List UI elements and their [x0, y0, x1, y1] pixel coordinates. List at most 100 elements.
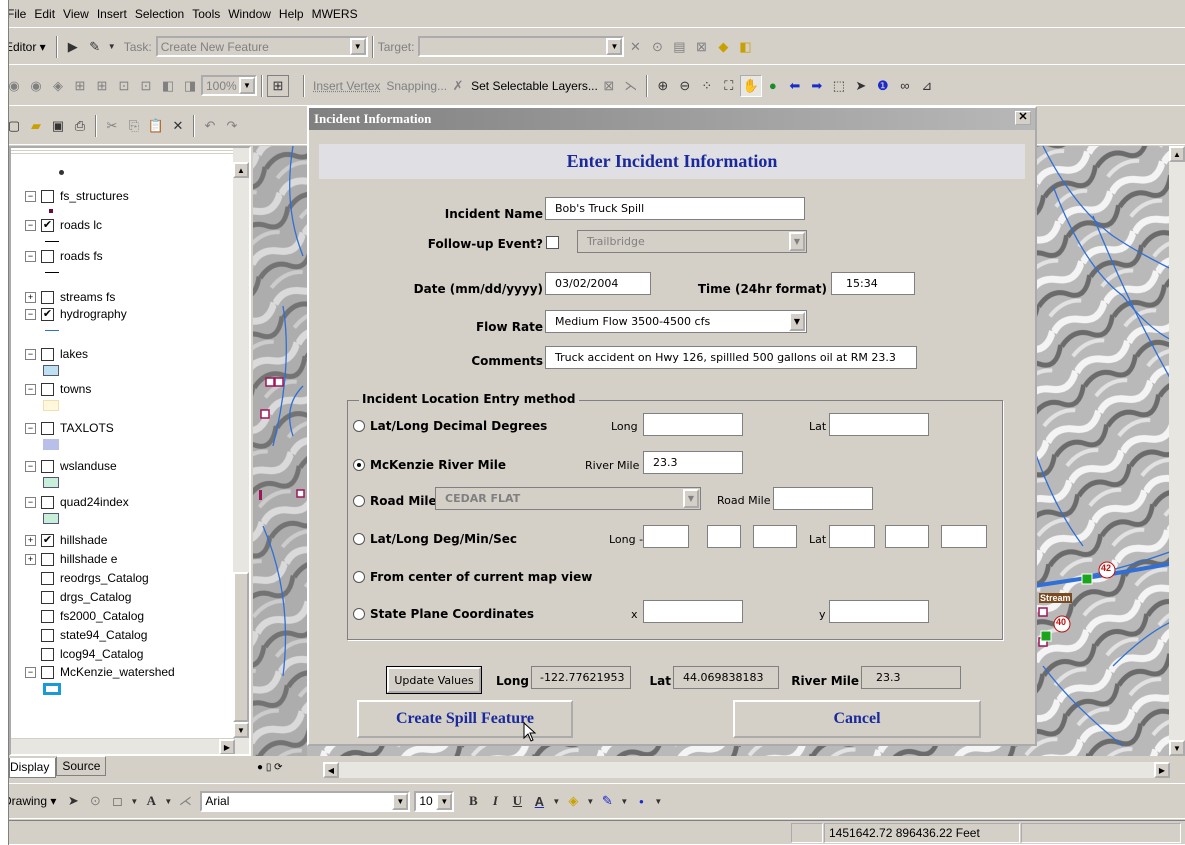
chevron-down-icon[interactable]: ▼: [349, 38, 366, 55]
dms-long-sec[interactable]: [753, 525, 797, 548]
create-feature-icon[interactable]: ◆: [712, 36, 734, 58]
edit-notes-icon[interactable]: ◧: [734, 36, 756, 58]
menu-selection[interactable]: Selection: [131, 7, 188, 21]
fixed-zoom-out-map-icon[interactable]: ⛶: [718, 75, 740, 97]
font-size-select[interactable]: 10 ▼: [414, 790, 455, 812]
fixed-zoom-in-map-icon[interactable]: ⁘: [696, 75, 718, 97]
cancel-button[interactable]: Cancel: [733, 700, 981, 738]
pencil-icon[interactable]: ✗: [447, 75, 469, 97]
tab-display[interactable]: Display: [9, 758, 57, 778]
close-icon[interactable]: ✕: [1015, 111, 1031, 125]
layer-item[interactable]: − quad24index: [25, 494, 129, 510]
toggle-draft-icon[interactable]: ⊞: [267, 74, 289, 97]
select-pointer-icon[interactable]: ➤: [850, 75, 872, 97]
layout-zoom-in-icon[interactable]: ◉: [9, 75, 25, 97]
back-extent-icon[interactable]: ◧: [157, 75, 179, 97]
followup-select[interactable]: Trailbridge ▼: [577, 230, 807, 253]
split-tool-icon[interactable]: ✕: [624, 36, 646, 58]
select-elements-icon[interactable]: ⋋: [620, 75, 642, 97]
state-plane-y-input[interactable]: [829, 600, 929, 623]
layer-visibility-checkbox[interactable]: ✔: [41, 218, 54, 232]
dd-long-input[interactable]: [643, 413, 743, 436]
select-features-icon[interactable]: ⬚: [828, 75, 850, 97]
chevron-down-icon[interactable]: ▼: [239, 77, 255, 94]
layer-visibility-checkbox[interactable]: ✔: [41, 307, 54, 321]
layer-visibility-checkbox[interactable]: [41, 552, 54, 566]
data-view-icon[interactable]: ● ▯ ⟳: [257, 762, 282, 773]
snapping-button[interactable]: Snapping...: [386, 79, 447, 93]
chevron-down-icon[interactable]: ▼: [106, 36, 118, 58]
dialog-titlebar[interactable]: Incident Information ✕: [309, 108, 1035, 130]
font-select[interactable]: Arial ▼: [200, 790, 411, 812]
insert-vertex-button[interactable]: Insert Vertex: [313, 79, 380, 93]
cut-icon[interactable]: ✂: [101, 115, 123, 137]
radio-latlong-dms[interactable]: Lat/Long Deg/Min/Sec: [353, 532, 517, 546]
layer-item[interactable]: + hillshade e: [25, 551, 117, 567]
layer-visibility-checkbox[interactable]: [41, 189, 54, 203]
incident-name-input[interactable]: Bob's Truck Spill: [545, 197, 805, 220]
toc-grip[interactable]: [11, 148, 233, 154]
redo-icon[interactable]: ↷: [221, 115, 243, 137]
state-plane-x-input[interactable]: [643, 600, 743, 623]
collapse-icon[interactable]: −: [25, 666, 36, 678]
collapse-icon[interactable]: −: [25, 308, 36, 320]
followup-checkbox[interactable]: [546, 236, 559, 249]
menu-file[interactable]: File: [9, 7, 30, 21]
dms-long-min[interactable]: [707, 525, 741, 548]
radio-latlong-dd[interactable]: Lat/Long Decimal Degrees: [353, 419, 547, 433]
radio-state-plane[interactable]: State Plane Coordinates: [353, 607, 534, 621]
undo-icon[interactable]: ↶: [199, 115, 221, 137]
chevron-down-icon[interactable]: ▼: [683, 489, 699, 508]
scroll-up-icon[interactable]: ▲: [1169, 146, 1185, 162]
layer-item[interactable]: − ✔ roads lc: [25, 217, 102, 233]
layer-visibility-checkbox[interactable]: [41, 347, 54, 361]
scroll-down-icon[interactable]: ▼: [233, 722, 249, 738]
line-color-icon[interactable]: ✎: [596, 790, 618, 812]
print-icon[interactable]: ⎙: [69, 115, 91, 137]
layer-visibility-checkbox[interactable]: [41, 382, 54, 396]
chevron-down-icon[interactable]: ▼: [162, 790, 174, 812]
layer-item[interactable]: − wslanduse: [25, 458, 117, 474]
text-tool-icon[interactable]: A: [140, 790, 162, 812]
chevron-down-icon[interactable]: ▼: [606, 38, 623, 55]
chevron-down-icon[interactable]: ▼: [550, 790, 562, 812]
layout-zoom-out-icon[interactable]: ◉: [25, 75, 47, 97]
map-hscrollbar[interactable]: ● ▯ ⟳ ◀ ▶: [253, 758, 1185, 782]
task-select[interactable]: Create New Feature ▼: [155, 36, 368, 57]
chevron-down-icon[interactable]: ▼: [392, 792, 409, 810]
collapse-icon[interactable]: −: [25, 496, 36, 508]
layer-item[interactable]: lcog94_Catalog: [25, 646, 143, 662]
scroll-left-icon[interactable]: ◀: [323, 762, 339, 778]
radio-river-mile[interactable]: McKenzie River Mile: [353, 458, 506, 472]
comments-input[interactable]: Truck accident on Hwy 126, spillled 500 …: [545, 346, 917, 369]
map-vertical-scrollbar[interactable]: ▲ ▼: [1169, 146, 1185, 756]
edit-tool-icon[interactable]: ▶: [62, 36, 84, 58]
marker-color-icon[interactable]: •: [630, 790, 652, 812]
layer-item[interactable]: − ✔ hydrography: [25, 306, 127, 322]
collapse-icon[interactable]: −: [25, 460, 36, 472]
menu-window[interactable]: Window: [224, 7, 275, 21]
layer-item[interactable]: − roads fs: [25, 248, 103, 264]
layer-item[interactable]: + ✔ hillshade: [25, 532, 107, 548]
chevron-down-icon[interactable]: ▼: [584, 790, 596, 812]
pan-hand-icon[interactable]: ✋: [739, 74, 762, 97]
toc-hscrollbar[interactable]: ▶: [11, 738, 235, 754]
expand-icon[interactable]: +: [25, 553, 36, 565]
expand-icon[interactable]: +: [25, 534, 36, 546]
layer-visibility-checkbox[interactable]: [41, 609, 54, 623]
layer-visibility-checkbox[interactable]: ✔: [41, 533, 54, 547]
dms-lat-sec[interactable]: [941, 525, 987, 548]
zoom-in-icon[interactable]: ⊕: [652, 75, 674, 97]
target-select[interactable]: ▼: [418, 36, 625, 57]
radio-circle[interactable]: [353, 495, 365, 507]
attributes-icon[interactable]: ▤: [668, 36, 690, 58]
sketch-tool-icon[interactable]: ✎: [84, 36, 106, 58]
back-arrow-icon[interactable]: ⬅: [784, 75, 806, 97]
layer-visibility-checkbox[interactable]: [41, 249, 54, 263]
road-select[interactable]: CEDAR FLAT ▼: [435, 487, 701, 510]
set-selectable-layers-button[interactable]: Set Selectable Layers...: [471, 79, 598, 93]
zoom-100-icon[interactable]: ⊞: [91, 75, 113, 97]
layer-item[interactable]: − towns: [25, 381, 91, 397]
fixed-zoom-in-icon[interactable]: ⊡: [113, 75, 135, 97]
collapse-icon[interactable]: −: [25, 348, 36, 360]
